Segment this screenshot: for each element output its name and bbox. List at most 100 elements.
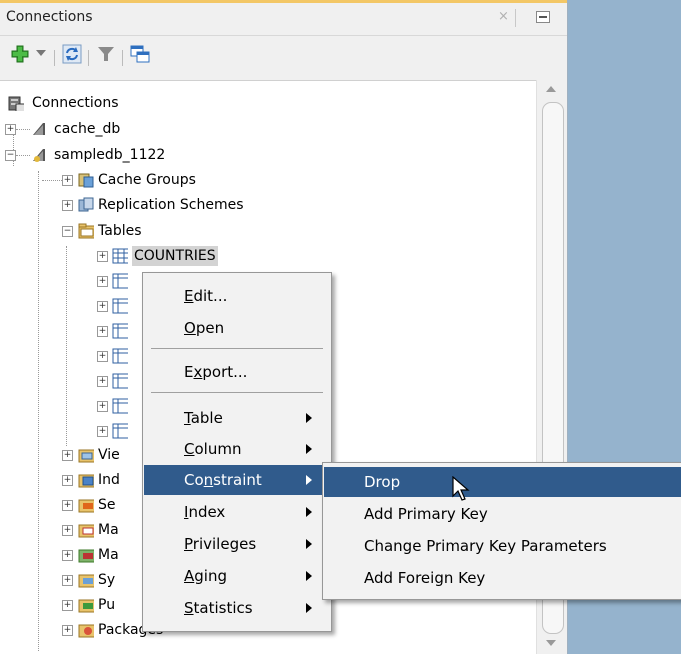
submenu-arrow-icon bbox=[306, 507, 312, 517]
tree-item-connections-root[interactable]: Connections bbox=[0, 93, 500, 113]
expand-icon[interactable]: + bbox=[62, 550, 73, 561]
tree-item-materialized-view-logs[interactable]: + Ma bbox=[0, 545, 140, 565]
expand-icon[interactable]: + bbox=[62, 175, 73, 186]
panel-title: Connections bbox=[6, 9, 93, 25]
submenu-arrow-icon bbox=[306, 603, 312, 613]
scroll-down-icon[interactable] bbox=[546, 640, 556, 646]
public-synonyms-icon bbox=[78, 599, 94, 613]
database-connection-icon bbox=[33, 149, 45, 162]
indexes-icon bbox=[78, 474, 94, 488]
submenu-item-drop[interactable]: Drop bbox=[324, 467, 681, 497]
menu-item-index[interactable]: Index bbox=[144, 497, 330, 527]
submenu-arrow-icon bbox=[306, 413, 312, 423]
submenu-item-change-primary-key-parameters[interactable]: Change Primary Key Parameters bbox=[324, 531, 681, 561]
tree-item-label: Tables bbox=[98, 223, 142, 239]
tree-item-table[interactable]: + bbox=[0, 296, 140, 316]
menu-item-privileges[interactable]: Privileges bbox=[144, 529, 330, 559]
tree-item-public-synonyms[interactable]: + Pu bbox=[0, 595, 140, 615]
menu-item-label: Index bbox=[184, 503, 226, 521]
new-connection-icon[interactable] bbox=[10, 44, 30, 64]
menu-separator bbox=[151, 392, 323, 393]
mouse-pointer-icon bbox=[452, 476, 470, 501]
toolbar-divider bbox=[122, 50, 123, 66]
tree-item-tables[interactable]: − Tables bbox=[0, 221, 500, 241]
expand-icon[interactable]: + bbox=[97, 326, 108, 337]
expand-icon[interactable]: + bbox=[62, 450, 73, 461]
expand-icon[interactable]: + bbox=[97, 251, 108, 262]
filter-icon[interactable] bbox=[96, 44, 116, 64]
toolbar-divider bbox=[54, 50, 55, 66]
packages-icon bbox=[78, 624, 94, 638]
expand-icon[interactable]: + bbox=[97, 376, 108, 387]
tree-item-indexes[interactable]: + Ind bbox=[0, 470, 140, 490]
tree-item-table[interactable]: + bbox=[0, 371, 140, 391]
expand-icon[interactable]: + bbox=[97, 301, 108, 312]
refresh-icon[interactable] bbox=[62, 44, 82, 64]
menu-item-export[interactable]: Export... bbox=[144, 357, 330, 387]
schema-browser-icon[interactable] bbox=[130, 44, 150, 64]
expand-icon[interactable]: + bbox=[62, 625, 73, 636]
tree-connector bbox=[16, 129, 30, 130]
toolbar-divider bbox=[88, 50, 89, 66]
tree-item-sampledb[interactable]: − sampledb_1122 bbox=[0, 145, 500, 165]
tree-item-table[interactable]: + bbox=[0, 346, 140, 366]
dropdown-arrow-icon[interactable] bbox=[36, 50, 46, 58]
expand-icon[interactable]: + bbox=[97, 426, 108, 437]
table-icon bbox=[112, 423, 128, 439]
submenu-item-label: Change Primary Key Parameters bbox=[364, 537, 607, 555]
collapse-icon[interactable]: − bbox=[62, 226, 73, 237]
menu-item-column[interactable]: Column bbox=[144, 434, 330, 464]
tree-item-table[interactable]: + bbox=[0, 271, 140, 291]
close-icon[interactable]: × bbox=[498, 9, 509, 24]
materialized-view-logs-icon bbox=[78, 549, 94, 563]
menu-item-statistics[interactable]: Statistics bbox=[144, 593, 330, 623]
tree-item-cache-groups[interactable]: + Cache Groups bbox=[0, 170, 500, 190]
folder-icon bbox=[78, 223, 94, 239]
minimize-icon[interactable] bbox=[536, 11, 550, 23]
tree-item-sequences[interactable]: + Se bbox=[0, 495, 140, 515]
tree-item-replication-schemes[interactable]: + Replication Schemes bbox=[0, 195, 500, 215]
expand-icon[interactable]: + bbox=[62, 525, 73, 536]
expand-icon[interactable]: + bbox=[62, 200, 73, 211]
menu-item-open[interactable]: Open bbox=[144, 313, 330, 343]
table-icon bbox=[112, 373, 128, 389]
submenu-arrow-icon bbox=[306, 475, 312, 485]
tree-item-synonyms[interactable]: + Sy bbox=[0, 570, 140, 590]
submenu-item-add-primary-key[interactable]: Add Primary Key bbox=[324, 499, 681, 529]
expand-icon[interactable]: + bbox=[97, 401, 108, 412]
tree-item-cache-db[interactable]: + cache_db bbox=[0, 119, 500, 139]
menu-item-label: Column bbox=[184, 440, 242, 458]
menu-item-edit[interactable]: Edit... bbox=[144, 281, 330, 311]
tree-item-materialized-views[interactable]: + Ma bbox=[0, 520, 140, 540]
menu-item-aging[interactable]: Aging bbox=[144, 561, 330, 591]
tree-item-table[interactable]: + bbox=[0, 421, 140, 441]
cache-groups-icon bbox=[78, 173, 94, 188]
expand-icon[interactable]: + bbox=[62, 575, 73, 586]
tree-item-table[interactable]: + bbox=[0, 321, 140, 341]
expand-icon[interactable]: + bbox=[5, 124, 16, 135]
submenu-item-add-foreign-key[interactable]: Add Foreign Key bbox=[324, 563, 681, 593]
tree-connector bbox=[16, 155, 30, 156]
expand-icon[interactable]: + bbox=[62, 475, 73, 486]
tree-item-label: COUNTRIES bbox=[132, 246, 218, 266]
menu-item-label: Open bbox=[184, 319, 225, 337]
menu-item-constraint[interactable]: Constraint bbox=[144, 465, 330, 495]
tree-item-table[interactable]: + bbox=[0, 396, 140, 416]
expand-icon[interactable]: + bbox=[97, 276, 108, 287]
submenu-item-label: Drop bbox=[364, 473, 401, 491]
expand-icon[interactable]: + bbox=[97, 351, 108, 362]
submenu-arrow-icon bbox=[306, 539, 312, 549]
tree-item-label: Sy bbox=[98, 572, 116, 588]
expand-icon[interactable]: + bbox=[62, 600, 73, 611]
scroll-up-icon[interactable] bbox=[546, 86, 556, 92]
tree-item-label: cache_db bbox=[54, 121, 121, 137]
tree-item-label: Ma bbox=[98, 547, 119, 563]
tree-item-views[interactable]: + Vie bbox=[0, 445, 140, 465]
tree-item-countries[interactable]: + COUNTRIES bbox=[0, 246, 500, 266]
tree-item-label: Connections bbox=[32, 95, 119, 111]
connections-icon bbox=[8, 96, 24, 111]
menu-item-label: Table bbox=[184, 409, 223, 427]
collapse-icon[interactable]: − bbox=[5, 150, 16, 161]
menu-item-table[interactable]: Table bbox=[144, 403, 330, 433]
expand-icon[interactable]: + bbox=[62, 500, 73, 511]
